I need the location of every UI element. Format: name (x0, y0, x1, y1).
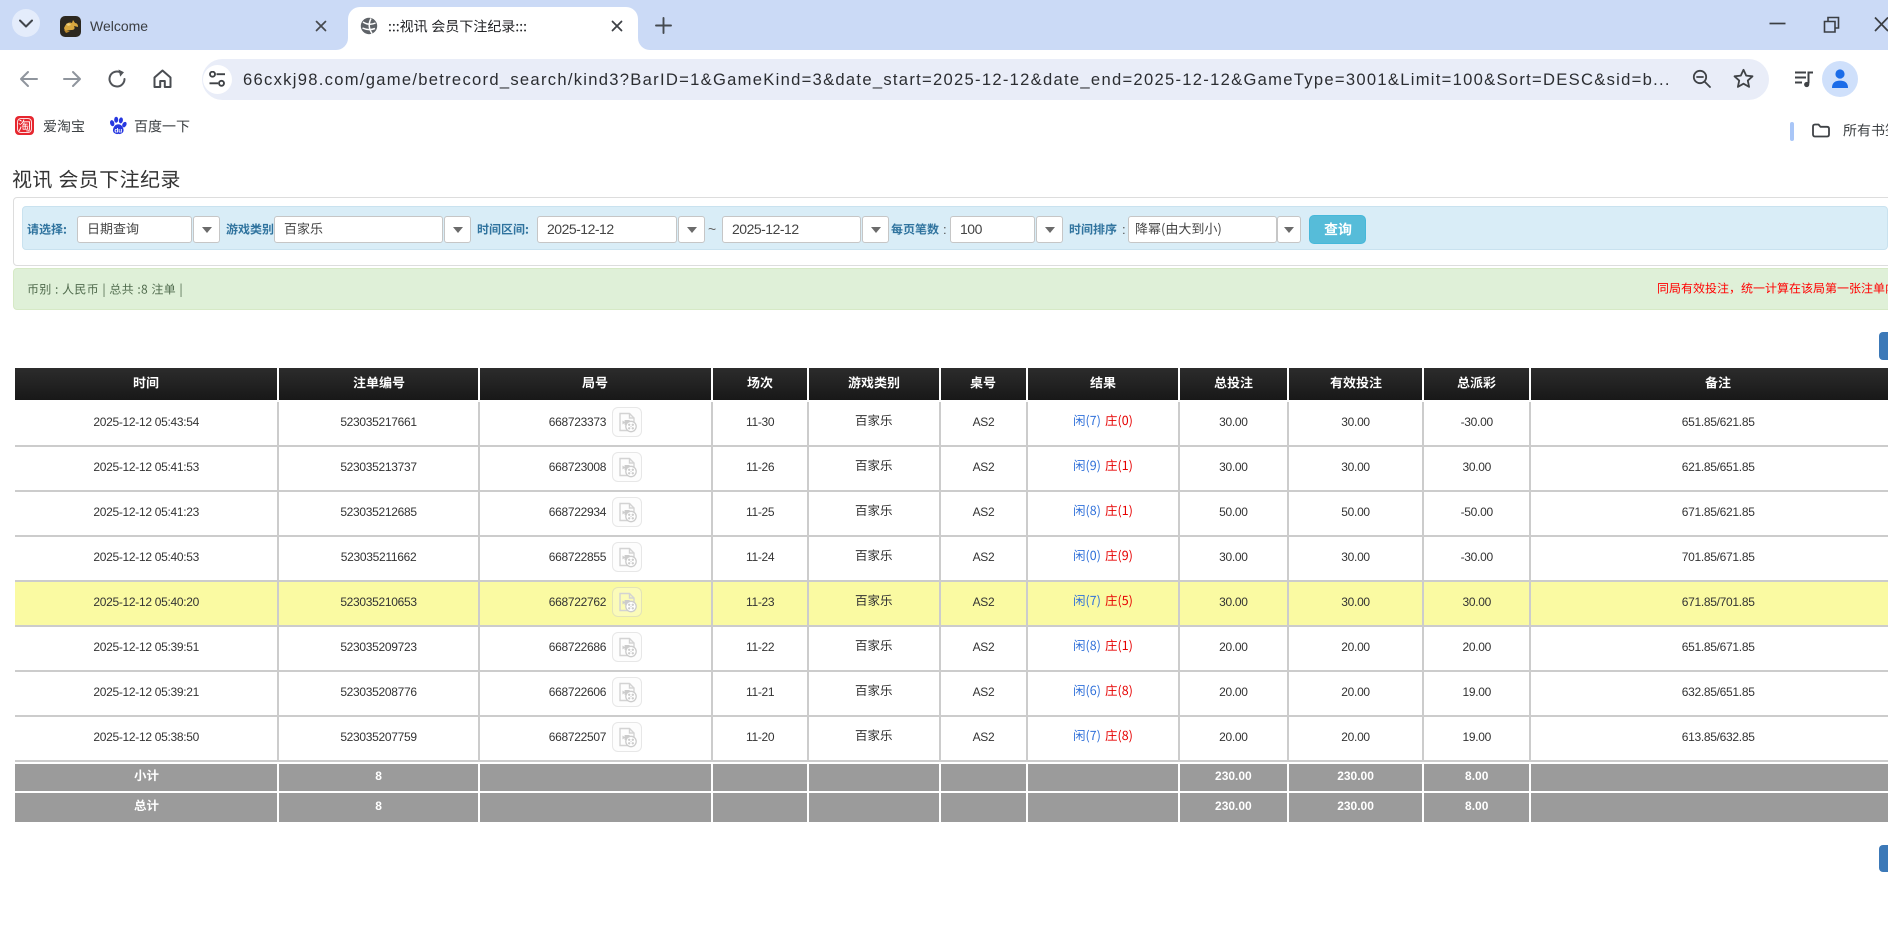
svg-text:du: du (114, 127, 122, 134)
